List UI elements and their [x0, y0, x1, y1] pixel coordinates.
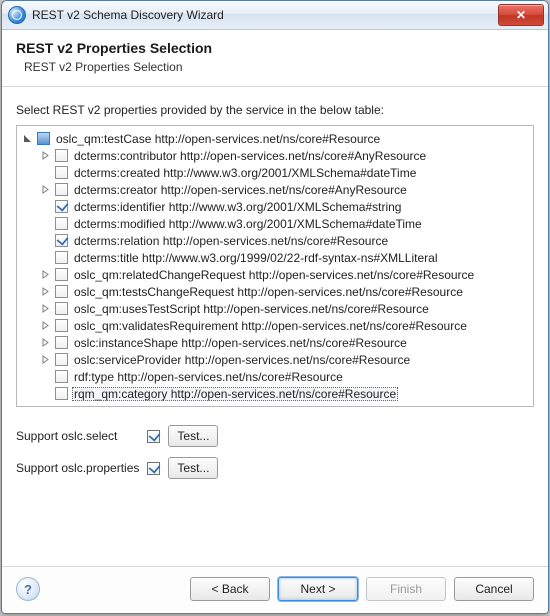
tree-row[interactable]: oslc_qm:validatesRequirement http://open…	[17, 317, 533, 334]
page-title: REST v2 Properties Selection	[16, 40, 534, 56]
tree-row[interactable]: rdf:type http://open-services.net/ns/cor…	[17, 368, 533, 385]
back-button[interactable]: < Back	[190, 577, 270, 601]
tree-node-label[interactable]: dcterms:relation http://open-services.ne…	[72, 234, 390, 248]
tree-expander-closed-icon[interactable]	[39, 303, 51, 315]
tree-expander-none	[39, 252, 51, 264]
tree-checkbox[interactable]	[55, 268, 68, 281]
app-icon	[8, 6, 26, 24]
tree-node-label[interactable]: oslc_qm:testsChangeRequest http://open-s…	[72, 285, 465, 299]
tree-checkbox[interactable]	[55, 166, 68, 179]
tree-node-label[interactable]: dcterms:identifier http://www.w3.org/200…	[72, 200, 403, 214]
tree-node-label[interactable]: oslc_qm:usesTestScript http://open-servi…	[72, 302, 431, 316]
cancel-button[interactable]: Cancel	[454, 577, 534, 601]
tree-checkbox[interactable]	[55, 183, 68, 196]
tree-checkbox[interactable]	[55, 319, 68, 332]
tree-node-label[interactable]: dcterms:creator http://open-services.net…	[72, 183, 409, 197]
tree-expander-none	[39, 201, 51, 213]
tree-checkbox[interactable]	[37, 132, 50, 145]
wizard-window: REST v2 Schema Discovery Wizard ✕ REST v…	[1, 0, 549, 614]
tree-checkbox[interactable]	[55, 200, 68, 213]
properties-tree[interactable]: oslc_qm:testCase http://open-services.ne…	[16, 125, 534, 407]
tree-row[interactable]: oslc:serviceProvider http://open-service…	[17, 351, 533, 368]
tree-row[interactable]: oslc_qm:testsChangeRequest http://open-s…	[17, 283, 533, 300]
tree-node-label[interactable]: dcterms:created http://www.w3.org/2001/X…	[72, 166, 418, 180]
tree-row[interactable]: dcterms:title http://www.w3.org/1999/02/…	[17, 249, 533, 266]
tree-node-label[interactable]: oslc:serviceProvider http://open-service…	[72, 353, 412, 367]
tree-row[interactable]: dcterms:relation http://open-services.ne…	[17, 232, 533, 249]
tree-expander-none	[39, 371, 51, 383]
wizard-body: Select REST v2 properties provided by th…	[2, 87, 548, 566]
tree-expander-closed-icon[interactable]	[39, 184, 51, 196]
tree-expander-closed-icon[interactable]	[39, 286, 51, 298]
help-icon: ?	[24, 582, 32, 597]
options-panel: Support oslc.select Test... Support oslc…	[16, 425, 534, 479]
instruction-text: Select REST v2 properties provided by th…	[16, 103, 534, 117]
tree-checkbox[interactable]	[55, 285, 68, 298]
tree-row[interactable]: dcterms:contributor http://open-services…	[17, 147, 533, 164]
window-title: REST v2 Schema Discovery Wizard	[32, 8, 498, 22]
tree-expander-none	[39, 218, 51, 230]
oslc-properties-label: Support oslc.properties	[16, 461, 139, 475]
tree-checkbox[interactable]	[55, 370, 68, 383]
tree-checkbox[interactable]	[55, 336, 68, 349]
oslc-select-checkbox[interactable]	[147, 430, 160, 443]
tree-node-label[interactable]: rdf:type http://open-services.net/ns/cor…	[72, 370, 345, 384]
tree-expander-none	[39, 235, 51, 247]
tree-row[interactable]: dcterms:identifier http://www.w3.org/200…	[17, 198, 533, 215]
tree-expander-closed-icon[interactable]	[39, 150, 51, 162]
tree-row[interactable]: oslc_qm:usesTestScript http://open-servi…	[17, 300, 533, 317]
tree-checkbox[interactable]	[55, 387, 68, 400]
tree-checkbox[interactable]	[55, 217, 68, 230]
finish-button: Finish	[366, 577, 446, 601]
tree-row[interactable]: dcterms:creator http://open-services.net…	[17, 181, 533, 198]
titlebar[interactable]: REST v2 Schema Discovery Wizard ✕	[2, 1, 548, 30]
tree-row[interactable]: oslc_qm:testCase http://open-services.ne…	[17, 130, 533, 147]
page-subtitle: REST v2 Properties Selection	[24, 60, 534, 74]
tree-expander-none	[39, 388, 51, 400]
tree-node-label[interactable]: oslc_qm:relatedChangeRequest http://open…	[72, 268, 476, 282]
tree-checkbox[interactable]	[55, 353, 68, 366]
oslc-properties-checkbox[interactable]	[147, 462, 160, 475]
tree-row[interactable]: dcterms:created http://www.w3.org/2001/X…	[17, 164, 533, 181]
tree-checkbox[interactable]	[55, 302, 68, 315]
tree-row[interactable]: dcterms:modified http://www.w3.org/2001/…	[17, 215, 533, 232]
tree-row[interactable]: rqm_qm:category http://open-services.net…	[17, 385, 533, 402]
tree-node-label[interactable]: oslc_qm:testCase http://open-services.ne…	[54, 132, 382, 146]
next-button[interactable]: Next >	[278, 577, 358, 601]
tree-row[interactable]: oslc:instanceShape http://open-services.…	[17, 334, 533, 351]
tree-checkbox[interactable]	[55, 251, 68, 264]
tree-node-label[interactable]: oslc_qm:validatesRequirement http://open…	[72, 319, 469, 333]
tree-expander-closed-icon[interactable]	[39, 269, 51, 281]
tree-expander-open-icon[interactable]	[21, 133, 33, 145]
tree-node-label[interactable]: dcterms:modified http://www.w3.org/2001/…	[72, 217, 424, 231]
tree-node-label[interactable]: rqm_qm:category http://open-services.net…	[72, 387, 398, 401]
tree-node-label[interactable]: dcterms:contributor http://open-services…	[72, 149, 428, 163]
tree-expander-closed-icon[interactable]	[39, 337, 51, 349]
close-icon: ✕	[516, 8, 526, 22]
oslc-select-test-button[interactable]: Test...	[168, 425, 218, 447]
wizard-header: REST v2 Properties Selection REST v2 Pro…	[2, 30, 548, 87]
tree-node-label[interactable]: oslc:instanceShape http://open-services.…	[72, 336, 409, 350]
oslc-select-label: Support oslc.select	[16, 429, 139, 443]
tree-row[interactable]: oslc_qm:relatedChangeRequest http://open…	[17, 266, 533, 283]
help-button[interactable]: ?	[16, 577, 40, 601]
tree-node-label[interactable]: dcterms:title http://www.w3.org/1999/02/…	[72, 251, 440, 265]
tree-expander-closed-icon[interactable]	[39, 320, 51, 332]
close-button[interactable]: ✕	[498, 4, 544, 26]
tree-expander-none	[39, 167, 51, 179]
oslc-properties-test-button[interactable]: Test...	[168, 457, 218, 479]
tree-checkbox[interactable]	[55, 149, 68, 162]
wizard-footer: ? < Back Next > Finish Cancel	[2, 566, 548, 613]
tree-expander-closed-icon[interactable]	[39, 354, 51, 366]
tree-checkbox[interactable]	[55, 234, 68, 247]
